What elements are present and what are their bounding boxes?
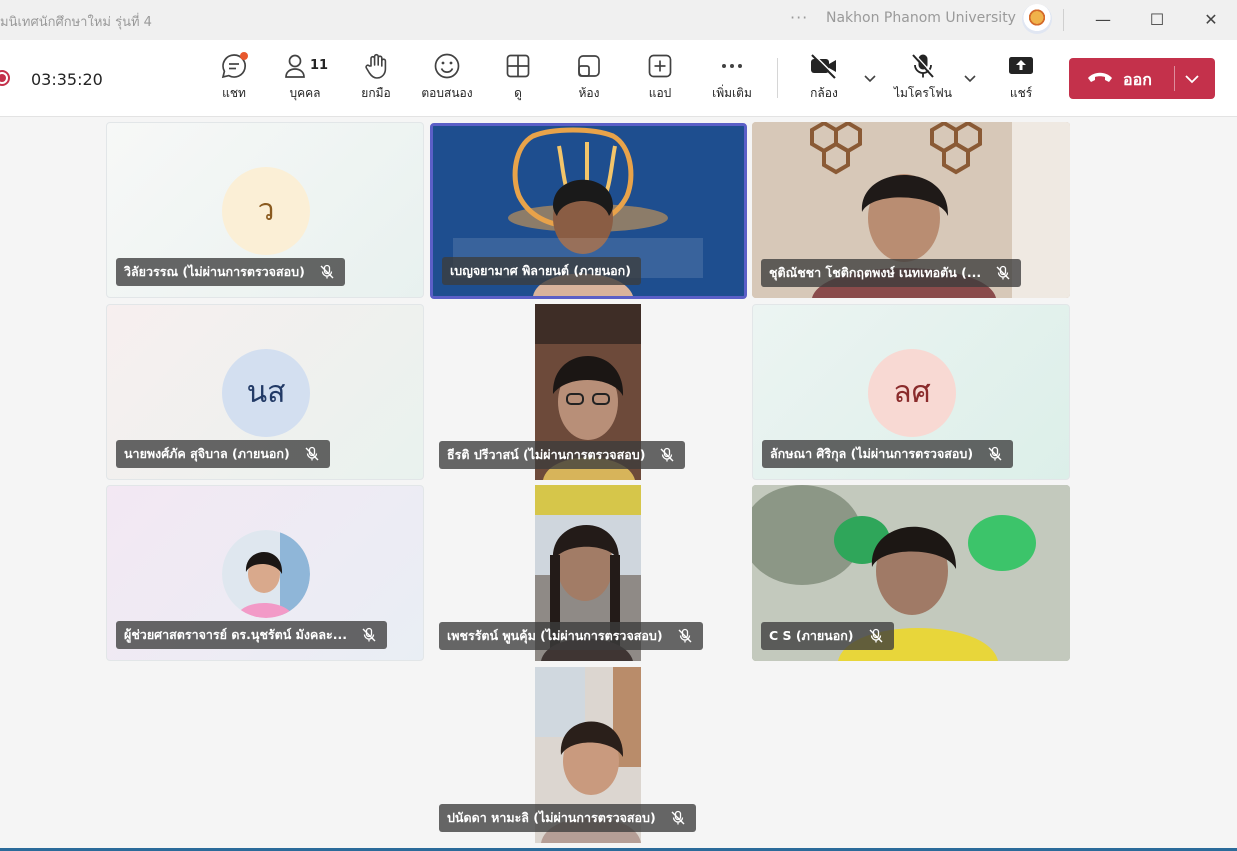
participant-name: ธีรติ ปรีวาสน์ (ไม่ผ่านการตรวจสอบ) xyxy=(447,447,646,462)
organization-logo[interactable] xyxy=(1022,4,1052,34)
participant-nameplate: เพชรรัตน์ พูนคุ้ม (ไม่ผ่านการตรวจสอบ) xyxy=(439,622,703,650)
title-bar: มนิเทศนักศึกษาใหม่ รุ่นที่ 4 ··· Nakhon … xyxy=(0,0,1237,40)
emoji-icon xyxy=(434,53,460,79)
raise-hand-button[interactable]: ยกมือ xyxy=(346,52,406,110)
participant-nameplate: เบญจยามาศ พิลายนต์ (ภายนอก) xyxy=(442,257,641,285)
participant-name: C S (ภายนอก) xyxy=(769,628,854,643)
leave-label: ออก xyxy=(1123,70,1152,89)
view-label: ดู xyxy=(514,86,522,100)
participant-name: ลักษณา ศิริกุล (ไม่ผ่านการตรวจสอบ) xyxy=(770,446,974,461)
hand-icon xyxy=(365,53,387,79)
people-label: บุคคล xyxy=(289,86,321,100)
participant-nameplate: ปนัดดา หามะลิ (ไม่ผ่านการตรวจสอบ) xyxy=(439,804,696,832)
people-button[interactable]: 11 บุคคล xyxy=(275,52,335,110)
participant-nameplate: ผู้ช่วยศาสตราจารย์ ดร.นุชรัตน์ มังคละ... xyxy=(116,621,387,649)
minimize-button[interactable]: — xyxy=(1088,6,1118,34)
participant-tile[interactable]: ลศ ลักษณา ศิริกุล (ไม่ผ่านการตรวจสอบ) xyxy=(752,304,1070,480)
apps-button[interactable]: แอป xyxy=(630,52,690,110)
microphone-options-chevron-down-icon[interactable] xyxy=(962,70,978,86)
participant-tile[interactable]: ปนัดดา หามะลิ (ไม่ผ่านการตรวจสอบ) xyxy=(430,667,748,843)
muted-mic-icon xyxy=(362,627,376,642)
participant-tile[interactable]: ผู้ช่วยศาสตราจารย์ ดร.นุชรัตน์ มังคละ... xyxy=(106,485,424,661)
video-gallery: ว วิลัยวรรณ (ไม่ผ่านการตรวจสอบ) เบญจยามา… xyxy=(0,117,1237,851)
participant-name: ชุติณัชชา โชติกฤตพงษ์ เนทเทอตัน (... xyxy=(769,265,982,280)
unread-badge xyxy=(240,52,248,60)
more-icon xyxy=(722,64,742,68)
people-icon xyxy=(285,54,305,78)
participant-name: นายพงศ์ภัค สุจิบาล (ภายนอก) xyxy=(124,446,290,461)
add-app-icon xyxy=(648,54,672,78)
camera-options-chevron-down-icon[interactable] xyxy=(862,70,878,86)
participant-name: เบญจยามาศ พิลายนต์ (ภายนอก) xyxy=(450,263,631,278)
participant-name: เพชรรัตน์ พูนคุ้ม (ไม่ผ่านการตรวจสอบ) xyxy=(447,628,663,643)
avatar: ลศ xyxy=(868,349,956,437)
react-button[interactable]: ตอบสนอง xyxy=(417,52,477,110)
leave-button[interactable]: ออก xyxy=(1069,58,1215,99)
muted-mic-icon xyxy=(671,810,685,825)
raise-hand-label: ยกมือ xyxy=(361,86,391,100)
participant-tile[interactable]: นส นายพงศ์ภัค สุจิบาล (ภายนอก) xyxy=(106,304,424,480)
maximize-button[interactable]: ☐ xyxy=(1142,6,1172,34)
muted-mic-icon xyxy=(660,447,674,462)
participant-nameplate: วิลัยวรรณ (ไม่ผ่านการตรวจสอบ) xyxy=(116,258,345,286)
avatar xyxy=(222,530,310,618)
rooms-button[interactable]: ห้อง xyxy=(559,52,619,110)
participant-name: ผู้ช่วยศาสตราจารย์ ดร.นุชรัตน์ มังคละ... xyxy=(124,627,347,642)
participant-nameplate: ลักษณา ศิริกุล (ไม่ผ่านการตรวจสอบ) xyxy=(762,440,1014,468)
view-button[interactable]: ดู xyxy=(488,52,548,110)
microphone-button[interactable]: ไมโครโฟน xyxy=(893,52,953,110)
react-label: ตอบสนอง xyxy=(421,86,473,100)
participant-name: ปนัดดา หามะลิ (ไม่ผ่านการตรวจสอบ) xyxy=(447,810,656,825)
rooms-label: ห้อง xyxy=(578,86,600,100)
muted-mic-icon xyxy=(869,628,883,643)
more-options-icon[interactable]: ··· xyxy=(790,8,808,27)
toolbar-divider xyxy=(777,58,778,98)
participant-tile[interactable]: C S (ภายนอก) xyxy=(752,485,1070,661)
microphone-label: ไมโครโฟน xyxy=(893,86,952,100)
close-button[interactable]: ✕ xyxy=(1196,6,1226,34)
leave-split-divider xyxy=(1174,66,1175,91)
apps-label: แอป xyxy=(648,86,672,100)
participant-nameplate: ชุติณัชชา โชติกฤตพงษ์ เนทเทอตัน (... xyxy=(761,259,1022,287)
more-label: เพิ่มเติม xyxy=(712,86,752,100)
recording-icon xyxy=(0,70,10,86)
share-screen-icon xyxy=(1009,57,1033,74)
avatar: ว xyxy=(222,167,310,255)
participant-tile[interactable]: เพชรรัตน์ พูนคุ้ม (ไม่ผ่านการตรวจสอบ) xyxy=(430,485,748,661)
grid-view-icon xyxy=(506,54,530,78)
participant-name: วิลัยวรรณ (ไม่ผ่านการตรวจสอบ) xyxy=(124,264,305,279)
chat-button[interactable]: แชท xyxy=(204,52,264,110)
meeting-toolbar: 03:35:20 แชท 11 บุคคล ยกมือ ตอบสนอง ดู ห… xyxy=(0,40,1237,117)
chat-label: แชท xyxy=(222,86,246,100)
muted-mic-icon xyxy=(678,628,692,643)
meeting-timer: 03:35:20 xyxy=(31,70,103,89)
title-separator xyxy=(1063,9,1064,31)
avatar: นส xyxy=(222,349,310,437)
muted-mic-icon xyxy=(305,446,319,461)
organization-name: Nakhon Phanom University xyxy=(826,10,1016,26)
participant-nameplate: C S (ภายนอก) xyxy=(761,622,894,650)
participant-tile-speaking[interactable]: เบญจยามาศ พิลายนต์ (ภายนอก) xyxy=(430,123,747,299)
camera-label: กล้อง xyxy=(810,86,838,100)
camera-button[interactable]: กล้อง xyxy=(794,52,854,110)
share-button[interactable]: แชร์ xyxy=(991,52,1051,110)
more-button[interactable]: เพิ่มเติม xyxy=(702,52,762,110)
camera-off-icon xyxy=(811,53,837,79)
hang-up-icon xyxy=(1088,72,1112,82)
participant-nameplate: นายพงศ์ภัค สุจิบาล (ภายนอก) xyxy=(116,440,330,468)
participant-nameplate: ธีรติ ปรีวาสน์ (ไม่ผ่านการตรวจสอบ) xyxy=(439,441,686,469)
muted-mic-icon xyxy=(996,265,1010,280)
share-label: แชร์ xyxy=(1009,86,1033,100)
participant-tile[interactable]: ชุติณัชชา โชติกฤตพงษ์ เนทเทอตัน (... xyxy=(752,122,1070,298)
participant-tile[interactable]: ว วิลัยวรรณ (ไม่ผ่านการตรวจสอบ) xyxy=(106,122,424,298)
people-count: 11 xyxy=(310,58,329,73)
participant-tile[interactable]: ธีรติ ปรีวาสน์ (ไม่ผ่านการตรวจสอบ) xyxy=(430,304,748,480)
muted-mic-icon xyxy=(988,446,1002,461)
meeting-title: มนิเทศนักศึกษาใหม่ รุ่นที่ 4 xyxy=(0,15,152,30)
microphone-off-icon xyxy=(912,53,935,78)
breakout-rooms-icon xyxy=(578,55,600,77)
muted-mic-icon xyxy=(320,264,334,279)
leave-options-chevron-down-icon[interactable] xyxy=(1183,70,1201,88)
